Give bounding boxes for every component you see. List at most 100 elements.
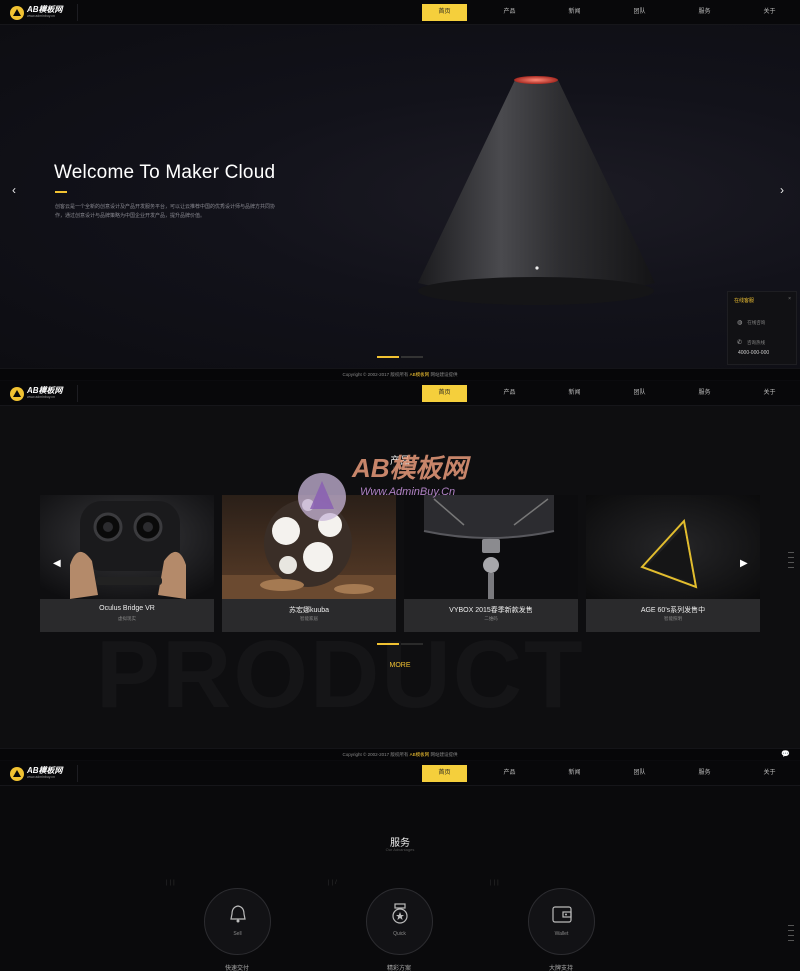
product-name: AGE 60's系列发售中 bbox=[640, 607, 706, 614]
products-dot[interactable] bbox=[401, 643, 423, 645]
hero-description: 创客云是一个全新的创意设计及产品开发服务平台，可以让云推荐中国的优秀设计师与品牌… bbox=[55, 204, 276, 219]
chat-icon[interactable]: 💬 bbox=[781, 749, 790, 761]
products-pagination bbox=[377, 643, 425, 645]
scroll-tick[interactable] bbox=[788, 557, 794, 558]
hero-pagination bbox=[377, 356, 425, 358]
service-item-wallet[interactable]: Wallet bbox=[528, 888, 595, 955]
scroll-indicator bbox=[788, 925, 794, 945]
service-label: Quick bbox=[393, 931, 406, 937]
hero-title-underline bbox=[55, 191, 67, 193]
nav-home[interactable]: 首页 bbox=[422, 4, 467, 21]
products-bg-text: PRODUCT bbox=[96, 621, 585, 728]
product-image-triangle bbox=[586, 495, 760, 599]
service-label: Sell bbox=[233, 931, 242, 937]
logo-name: AB模板网 bbox=[27, 5, 63, 15]
product-card[interactable]: AGE 60's系列发售中 智能照明 bbox=[586, 495, 760, 632]
online-qq-row[interactable]: ◍ 在线咨询 bbox=[737, 319, 766, 327]
product-carousel: Oculus Bridge VR 虚拟现实 苏宏娜kuuba 智能家居 VYBO… bbox=[40, 495, 768, 632]
product-category: 智能家居 bbox=[300, 616, 318, 621]
logo-icon bbox=[10, 386, 24, 401]
scroll-tick[interactable] bbox=[788, 925, 794, 926]
online-phone-row: ✆ 咨询热线 bbox=[737, 339, 765, 347]
footer-bar: Copyright © 2002-2017 版权所有 AB模板网 网站建设提供 bbox=[0, 368, 800, 380]
products-subtitle: Product bbox=[393, 465, 407, 470]
service-caption: 大牌支持 bbox=[549, 966, 574, 971]
nav-news[interactable]: 新闻 bbox=[552, 385, 597, 402]
product-card[interactable]: 苏宏娜kuuba 智能家居 bbox=[222, 495, 396, 632]
service-item-quick[interactable]: Quick bbox=[366, 888, 433, 955]
online-phone-number: 4000-000-000 bbox=[738, 350, 770, 356]
logo-name: AB模板网 bbox=[27, 386, 63, 396]
logo-sub: www.adminbuy.cn bbox=[27, 775, 55, 780]
product-card[interactable]: Oculus Bridge VR 虚拟现实 bbox=[40, 495, 214, 632]
hero-dot[interactable] bbox=[401, 356, 423, 358]
site-logo[interactable]: AB模板网 www.adminbuy.cn bbox=[10, 385, 78, 402]
footer-copyright: Copyright © 2002-2017 版权所有 bbox=[342, 372, 409, 377]
online-service-panel: 在线客服 × ◍ 在线咨询 ✆ 咨询热线 4000-000-000 bbox=[727, 291, 797, 365]
footer-brand-link[interactable]: AB模板网 bbox=[410, 752, 430, 757]
main-nav: 首页 产品 新闻 团队 服务 关于 bbox=[402, 385, 792, 402]
nav-about[interactable]: 关于 bbox=[747, 765, 792, 782]
logo-name: AB模板网 bbox=[27, 766, 63, 776]
footer-copyright: Copyright © 2002-2017 版权所有 bbox=[342, 752, 409, 757]
online-qq-label: 在线咨询 bbox=[747, 319, 766, 325]
header-top: AB模板网 www.adminbuy.cn 首页 产品 新闻 团队 服务 关于 bbox=[0, 0, 800, 25]
nav-about[interactable]: 关于 bbox=[747, 385, 792, 402]
hero-next-arrow[interactable]: › bbox=[780, 183, 784, 197]
hero-title: Welcome To Maker Cloud bbox=[54, 162, 276, 183]
product-image-vr bbox=[40, 495, 214, 599]
scroll-indicator bbox=[788, 552, 794, 572]
hero-dot[interactable] bbox=[377, 356, 399, 358]
nav-services[interactable]: 服务 bbox=[682, 385, 727, 402]
nav-about[interactable]: 关于 bbox=[747, 4, 792, 21]
product-card[interactable]: VYBOX 2015春季新款发售 二维码 bbox=[404, 495, 578, 632]
scroll-tick[interactable] bbox=[788, 935, 794, 936]
site-logo[interactable]: AB模板网 www.adminbuy.cn bbox=[10, 4, 78, 21]
logo-icon bbox=[10, 766, 24, 781]
scroll-tick[interactable] bbox=[788, 940, 794, 941]
nav-services[interactable]: 服务 bbox=[682, 765, 727, 782]
product-name: Oculus Bridge VR bbox=[99, 605, 155, 612]
nav-products[interactable]: 产品 bbox=[487, 385, 532, 402]
products-prev-arrow[interactable]: ◀ bbox=[53, 558, 61, 569]
products-more-link[interactable]: MORE bbox=[0, 662, 800, 669]
nav-team[interactable]: 团队 bbox=[617, 385, 662, 402]
products-dot[interactable] bbox=[377, 643, 399, 645]
qq-icon: ◍ bbox=[737, 320, 743, 326]
footer-tail: 网站建设提供 bbox=[430, 752, 458, 757]
scroll-tick[interactable] bbox=[788, 552, 794, 553]
online-close-button[interactable]: × bbox=[788, 296, 791, 302]
header-products: AB模板网 www.adminbuy.cn 首页 产品 新闻 团队 服务 关于 bbox=[0, 381, 800, 406]
scroll-tick[interactable] bbox=[788, 930, 794, 931]
nav-news[interactable]: 新闻 bbox=[552, 4, 597, 21]
service-label: Wallet bbox=[554, 931, 569, 937]
bell-icon bbox=[230, 905, 246, 923]
product-category: 虚拟现实 bbox=[118, 616, 136, 621]
decor-ticks: ||/ bbox=[328, 880, 339, 886]
header-services: AB模板网 www.adminbuy.cn 首页 产品 新闻 团队 服务 关于 bbox=[0, 761, 800, 786]
nav-news[interactable]: 新闻 bbox=[552, 765, 597, 782]
products-next-arrow[interactable]: ▶ bbox=[740, 558, 748, 569]
product-name: 苏宏娜kuuba bbox=[288, 607, 330, 614]
nav-team[interactable]: 团队 bbox=[617, 4, 662, 21]
wallet-icon bbox=[552, 906, 572, 923]
scroll-tick[interactable] bbox=[788, 562, 794, 563]
nav-home[interactable]: 首页 bbox=[422, 385, 467, 402]
nav-team[interactable]: 团队 bbox=[617, 765, 662, 782]
footer-brand-link[interactable]: AB模板网 bbox=[410, 372, 430, 377]
hero-product-image bbox=[410, 73, 660, 313]
product-name: VYBOX 2015春季新款发售 bbox=[449, 607, 533, 614]
product-category: 智能照明 bbox=[664, 616, 682, 621]
product-category: 二维码 bbox=[484, 616, 498, 621]
nav-home[interactable]: 首页 bbox=[422, 765, 467, 782]
nav-products[interactable]: 产品 bbox=[487, 765, 532, 782]
nav-products[interactable]: 产品 bbox=[487, 4, 532, 21]
service-item-sell[interactable]: Sell bbox=[204, 888, 271, 955]
online-title: 在线客服 bbox=[734, 298, 755, 304]
main-nav: 首页 产品 新闻 团队 服务 关于 bbox=[402, 765, 792, 782]
hero-prev-arrow[interactable]: ‹ bbox=[12, 183, 16, 197]
product-image-lamp bbox=[222, 495, 396, 599]
site-logo[interactable]: AB模板网 www.adminbuy.cn bbox=[10, 765, 78, 782]
nav-services[interactable]: 服务 bbox=[682, 4, 727, 21]
scroll-tick[interactable] bbox=[788, 567, 794, 568]
